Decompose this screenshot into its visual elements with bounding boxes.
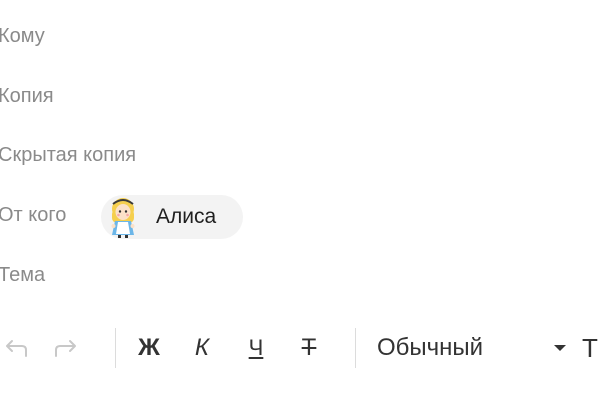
undo-button[interactable]	[0, 332, 30, 364]
bcc-field-label[interactable]: Скрытая копия	[0, 143, 136, 167]
redo-icon	[55, 340, 76, 357]
from-field-label: От кого	[0, 204, 67, 226]
to-field-label[interactable]: Кому	[0, 24, 45, 48]
bold-button[interactable]: Ж	[134, 332, 164, 364]
alice-avatar-icon	[111, 198, 135, 238]
paragraph-style-select[interactable]: Обычный	[377, 332, 569, 364]
sender-name: Алиса	[156, 205, 217, 228]
toolbar-separator	[115, 328, 116, 368]
sender-chip[interactable]: Алиса	[101, 195, 243, 239]
underline-label: Ч	[248, 335, 264, 360]
redo-button[interactable]	[52, 332, 82, 364]
underline-button[interactable]: Ч	[242, 332, 270, 364]
strikethrough-button[interactable]: Т	[295, 332, 323, 364]
bold-label: Ж	[138, 334, 160, 361]
text-color-button[interactable]: Т	[582, 332, 600, 364]
toolbar-separator	[355, 328, 356, 368]
italic-label: К	[194, 334, 210, 361]
subject-field-label[interactable]: Тема	[0, 263, 45, 287]
cc-field-label[interactable]: Копия	[0, 84, 54, 108]
undo-icon	[6, 340, 27, 357]
italic-button[interactable]: К	[188, 332, 216, 364]
caret-down-icon	[554, 345, 566, 351]
paragraph-style-value: Обычный	[377, 334, 484, 361]
formatting-toolbar: Ж К Ч Т Обычный Т	[0, 326, 600, 370]
strikethrough-label: Т	[301, 334, 317, 361]
compose-form: Кому Копия Скрытая копия От кого Алиса Т…	[0, 0, 600, 400]
